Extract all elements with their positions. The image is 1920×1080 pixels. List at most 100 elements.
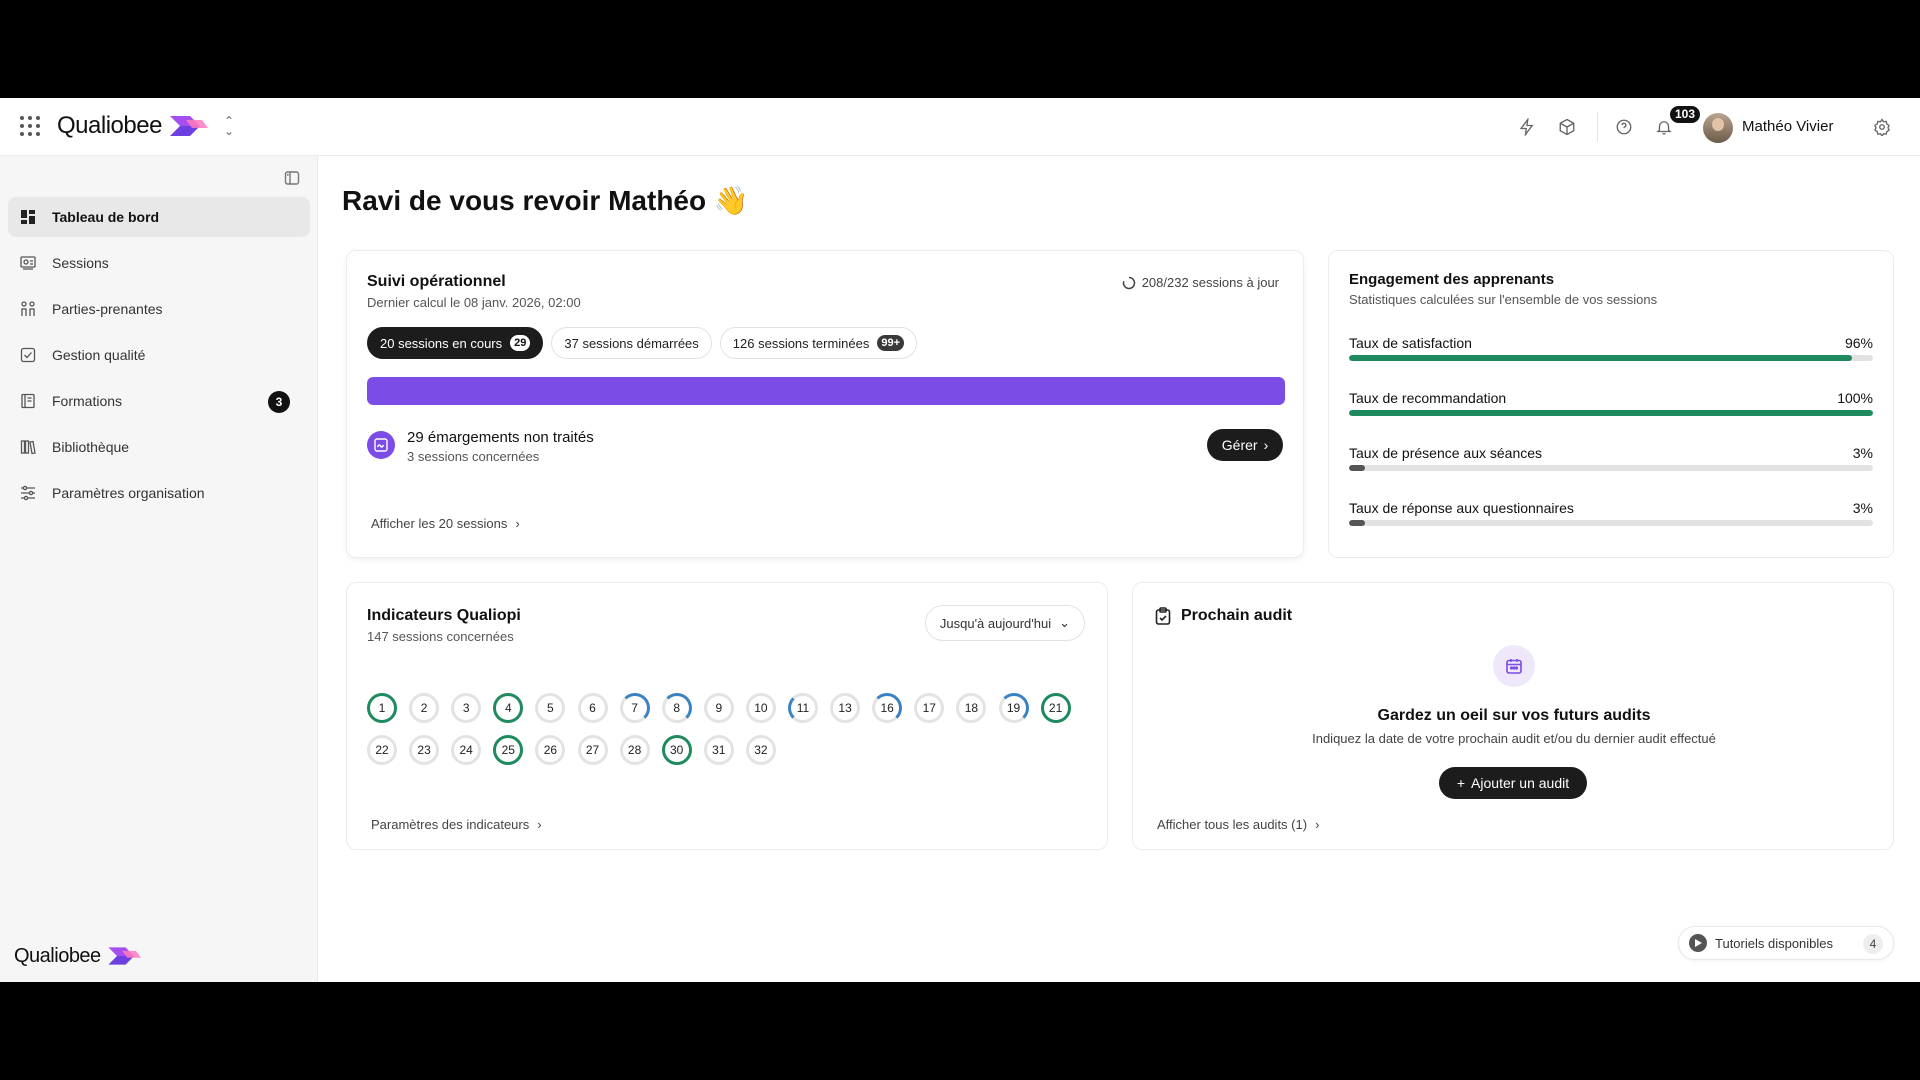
emargements-row: 29 émargements non traités 3 sessions co… [367, 427, 1285, 467]
indicator-circle[interactable]: 31 [703, 735, 734, 765]
indicator-circle[interactable]: 6 [577, 693, 608, 723]
sidebar-item-parametres-organisation[interactable]: Paramètres organisation [8, 473, 310, 513]
lightning-icon[interactable] [1515, 115, 1539, 139]
settings-gear-icon[interactable] [1870, 115, 1894, 139]
app-name: Qualiobee [57, 112, 162, 139]
box-icon[interactable] [1555, 115, 1579, 139]
show-sessions-link[interactable]: Afficher les 20 sessions › [371, 516, 520, 531]
loading-spinner-icon [1122, 276, 1135, 289]
indicator-circle[interactable]: 24 [451, 735, 482, 765]
metric-bar [1349, 520, 1873, 526]
indicator-circle[interactable]: 13 [830, 693, 861, 723]
pill-count-badge: 99+ [877, 335, 905, 351]
sessions-icon [20, 255, 36, 271]
indicator-circle[interactable]: 27 [577, 735, 608, 765]
indicator-circle[interactable]: 16 [872, 693, 903, 723]
indicator-circle[interactable]: 23 [409, 735, 440, 765]
metric-label: Taux de recommandation [1349, 390, 1507, 406]
indicator-circle[interactable]: 5 [535, 693, 566, 723]
engagement-card: Engagement des apprenants Statistiques c… [1328, 250, 1894, 558]
indicator-circle[interactable]: 25 [493, 735, 524, 765]
period-select[interactable]: Jusqu'à aujourd'hui ⌄ [924, 605, 1085, 641]
indicator-circle[interactable]: 18 [956, 693, 987, 723]
notifications-badge: 103 [1670, 106, 1701, 123]
indicator-circle[interactable]: 8 [661, 693, 692, 723]
sidebar-nav: Tableau de bord Sessions Parties-prenant… [8, 197, 310, 519]
sidebar-item-tableau-de-bord[interactable]: Tableau de bord [8, 197, 310, 237]
sidebar-item-label: Paramètres organisation [52, 485, 205, 501]
indicator-circle[interactable]: 19 [998, 693, 1029, 723]
indicator-circle[interactable]: 11 [788, 693, 818, 723]
logo-mark-icon [108, 947, 141, 965]
sidebar-item-label: Sessions [52, 255, 109, 271]
indicator-circle[interactable]: 28 [619, 735, 650, 765]
sidebar-item-sessions[interactable]: Sessions [8, 243, 310, 283]
tutorials-button[interactable]: Tutoriels disponibles 4 [1678, 926, 1894, 960]
main-content: Ravi de vous revoir Mathéo 👋 Suivi opéra… [318, 156, 1920, 982]
indicator-circle[interactable]: 10 [745, 693, 776, 723]
indicator-circle[interactable]: 21 [1040, 693, 1071, 723]
app-logo[interactable]: Qualiobee [57, 112, 208, 140]
book-icon [20, 393, 36, 409]
metric-value: 3% [1852, 445, 1873, 461]
sidebar-collapse-icon[interactable] [284, 170, 300, 186]
sidebar-item-formations[interactable]: Formations 3 [8, 381, 310, 421]
pill-label: 37 sessions démarrées [564, 335, 699, 351]
app-window: Qualiobee ⌃ ⌄ 103 Mathéo Vivier Tableau … [0, 98, 1920, 982]
indicator-circle[interactable]: 17 [914, 693, 945, 723]
signature-icon [367, 431, 395, 459]
indicator-circle[interactable]: 1 [367, 693, 397, 723]
indicator-circle[interactable]: 2 [409, 693, 440, 723]
org-switcher-chevron-icon[interactable]: ⌃ ⌄ [221, 115, 237, 138]
sidebar-app-name: Qualiobee [14, 944, 101, 967]
apps-grid-icon[interactable] [20, 116, 40, 136]
user-name[interactable]: Mathéo Vivier [1742, 118, 1833, 135]
sidebar-item-label: Gestion qualité [52, 347, 146, 363]
chevron-right-icon: › [537, 817, 542, 832]
indicator-circle[interactable]: 3 [451, 693, 482, 723]
add-audit-button[interactable]: + Ajouter un audit [1439, 767, 1587, 799]
chevron-down-icon: ⌄ [1059, 615, 1070, 630]
suivi-subtitle: Dernier calcul le 08 janv. 2026, 02:00 [367, 295, 581, 310]
metric-value: 3% [1852, 500, 1873, 516]
suivi-title: Suivi opérationnel [367, 273, 506, 290]
metric-fill [1349, 465, 1365, 471]
sidebar-item-gestion-qualite[interactable]: Gestion qualité [8, 335, 310, 375]
sync-status: 208/232 sessions à jour [1122, 275, 1279, 290]
indicateurs-title: Indicateurs Qualiopi [367, 607, 521, 624]
metric-bar [1349, 410, 1873, 416]
indicator-circle[interactable]: 30 [661, 735, 692, 765]
indicator-circle[interactable]: 4 [493, 693, 524, 723]
gerer-button[interactable]: Gérer › [1207, 429, 1283, 461]
play-icon [1689, 934, 1707, 952]
sync-status-text: 208/232 sessions à jour [1141, 275, 1279, 290]
indicator-circle[interactable]: 32 [745, 735, 776, 765]
header-divider [1597, 112, 1598, 142]
audit-empty-subtitle: Indiquez la date de votre prochain audit… [1312, 731, 1716, 746]
metric-label: Taux de présence aux séances [1349, 445, 1543, 461]
pill-sessions-en-cours[interactable]: 20 sessions en cours 29 [367, 327, 544, 359]
metric-bar [1349, 465, 1873, 471]
indicator-settings-link-label: Paramètres des indicateurs [371, 817, 530, 832]
all-audits-link[interactable]: Afficher tous les audits (1) › [1157, 817, 1319, 832]
show-sessions-link-label: Afficher les 20 sessions [371, 516, 508, 531]
indicator-settings-link[interactable]: Paramètres des indicateurs › [371, 817, 542, 832]
indicator-circle[interactable]: 9 [703, 693, 734, 723]
indicator-circle[interactable]: 22 [367, 735, 397, 765]
indicator-circle[interactable]: 26 [535, 735, 566, 765]
pill-sessions-demarrees[interactable]: 37 sessions démarrées [551, 327, 712, 359]
pill-sessions-terminees[interactable]: 126 sessions terminées 99+ [719, 327, 918, 359]
sidebar-footer-logo[interactable]: Qualiobee [14, 944, 141, 968]
indicator-circle[interactable]: 7 [619, 693, 650, 723]
emargements-title: 29 émargements non traités [407, 429, 594, 446]
avatar[interactable] [1703, 113, 1733, 143]
audit-title: Prochain audit [1181, 607, 1293, 624]
metric-reponse-questionnaires: Taux de réponse aux questionnaires 3% [1349, 500, 1873, 530]
sidebar-item-bibliotheque[interactable]: Bibliothèque [8, 427, 310, 467]
metric-label: Taux de réponse aux questionnaires [1349, 500, 1574, 516]
sidebar-item-parties-prenantes[interactable]: Parties-prenantes [8, 289, 310, 329]
pill-label: 20 sessions en cours [380, 335, 503, 351]
pill-label: 126 sessions terminées [732, 335, 870, 351]
people-icon [20, 301, 36, 317]
help-icon[interactable] [1612, 115, 1636, 139]
